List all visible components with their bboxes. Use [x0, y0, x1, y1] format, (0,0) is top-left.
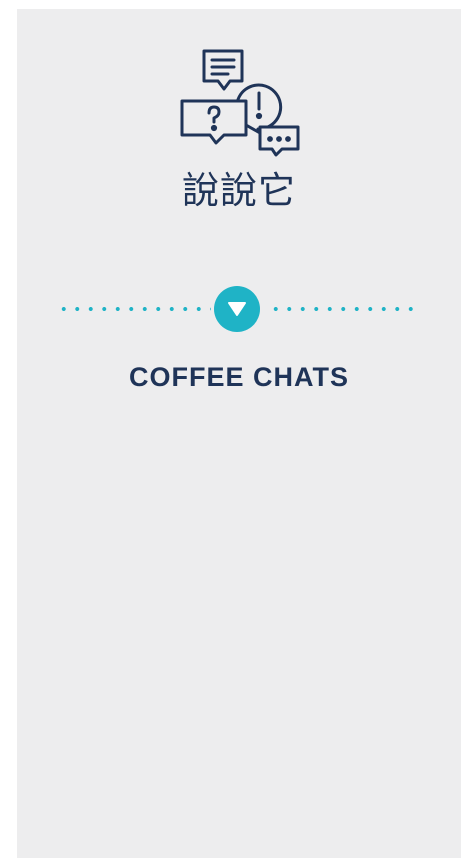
content-card: 說說它 COFFEE CHATS [17, 9, 461, 858]
dotted-line-left [57, 307, 211, 311]
section-divider [57, 285, 421, 333]
caret-down-icon [228, 302, 246, 316]
chat-bubbles-icon [180, 49, 300, 157]
page-title: 說說它 [182, 169, 296, 212]
dotted-line-right [269, 307, 421, 311]
section-title: COFFEE CHATS [129, 362, 349, 392]
expand-toggle-button[interactable] [214, 286, 260, 332]
